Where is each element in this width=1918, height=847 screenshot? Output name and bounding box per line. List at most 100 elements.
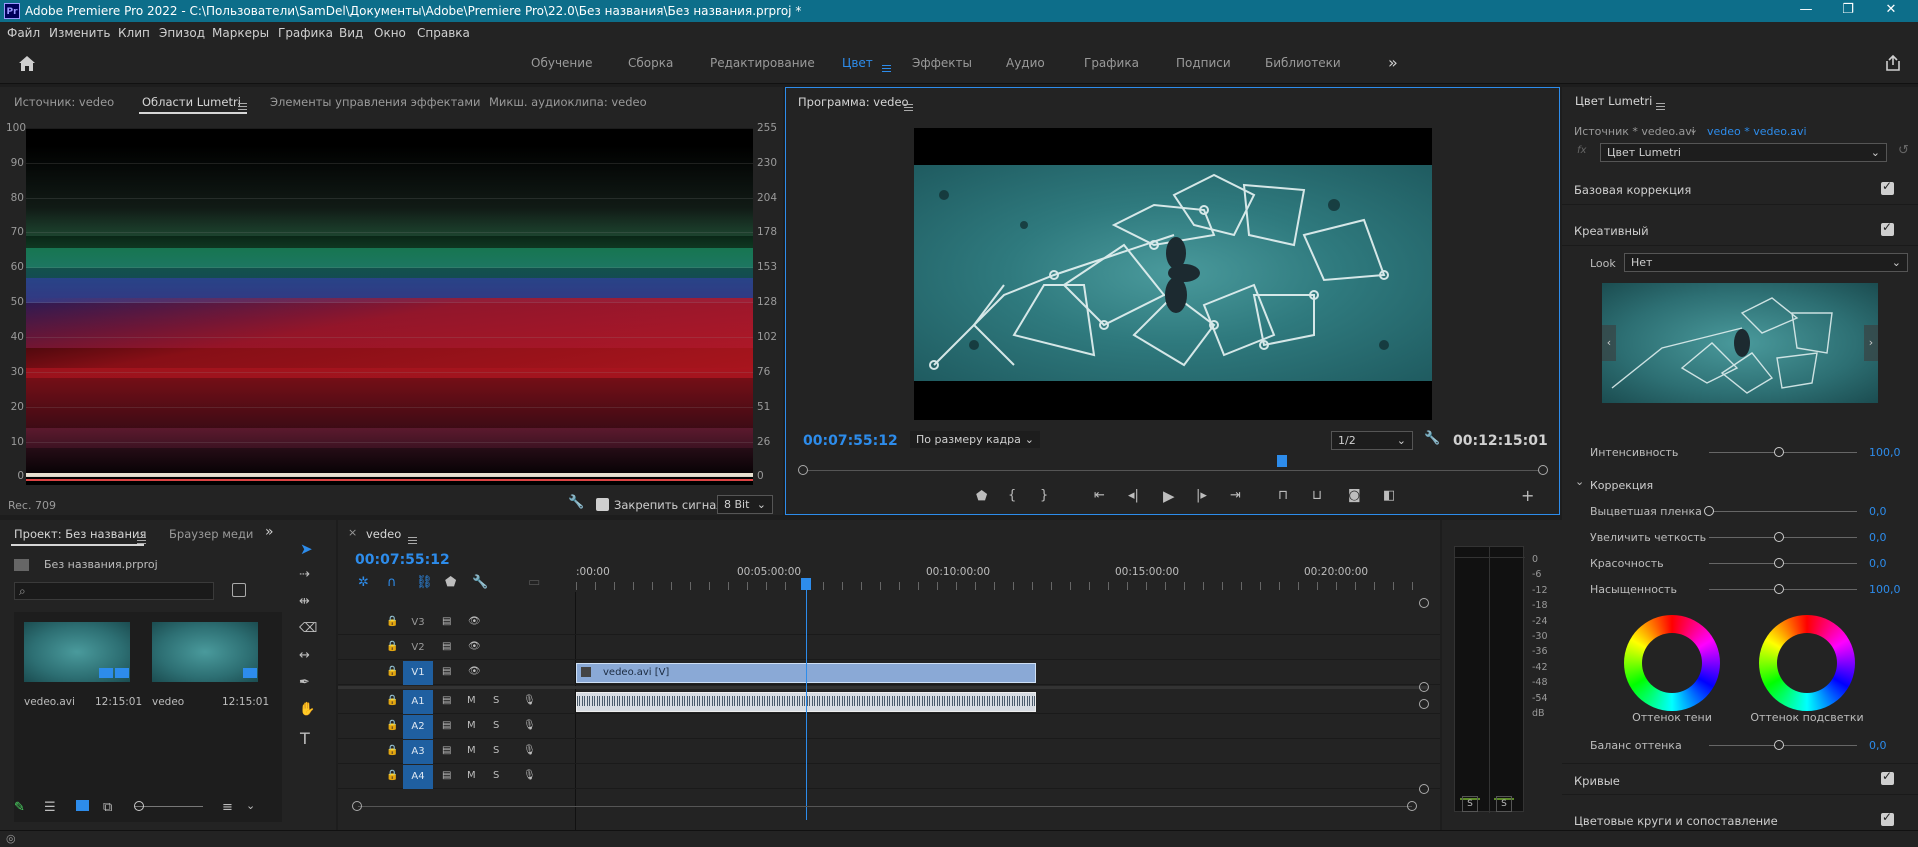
section-curves[interactable]: Кривые	[1562, 763, 1918, 795]
close-tab-icon[interactable]: ×	[348, 526, 357, 539]
sync-lock-icon[interactable]: ▤	[442, 695, 451, 706]
track-label[interactable]: V2	[403, 636, 433, 660]
track-label[interactable]: A4	[403, 765, 433, 789]
scrub-start-handle[interactable]	[798, 465, 808, 475]
look-select[interactable]: Нет ⌄	[1624, 253, 1908, 272]
eye-icon[interactable]: 👁	[468, 641, 481, 652]
lock-icon[interactable]: 🔒	[386, 616, 398, 627]
sync-lock-icon[interactable]: ▤	[442, 720, 451, 731]
microphone-icon[interactable]: 🎙	[523, 745, 536, 756]
menu-clip[interactable]: Клип	[118, 26, 150, 40]
menu-view[interactable]: Вид	[339, 26, 363, 40]
saturation-slider[interactable]: Насыщенность 100,0	[1562, 580, 1918, 600]
lock-icon[interactable]: 🔒	[386, 695, 398, 706]
lock-icon[interactable]: 🔒	[386, 641, 398, 652]
hand-tool-icon[interactable]: ✋	[299, 702, 315, 717]
share-icon[interactable]	[1884, 54, 1902, 72]
slider-track[interactable]	[1709, 511, 1857, 512]
go-to-in-icon[interactable]: ⇤	[1094, 488, 1105, 503]
lift-icon[interactable]: ⊓	[1278, 488, 1288, 503]
vertical-scroll-handle[interactable]	[1419, 699, 1429, 709]
eye-icon[interactable]: 👁	[468, 616, 481, 627]
menu-markers[interactable]: Маркеры	[212, 26, 269, 40]
tab-effect-controls[interactable]: Элементы управления эффектами	[270, 95, 481, 109]
workspace-effects[interactable]: Эффекты	[912, 56, 972, 70]
workspace-libraries[interactable]: Библиотеки	[1265, 56, 1341, 70]
nest-icon[interactable]: ✲	[358, 575, 369, 590]
lumetri-source-clip[interactable]: Источник * vedeo.avi	[1574, 125, 1695, 138]
zoom-slider-knob[interactable]	[134, 801, 144, 811]
minimize-icon[interactable]: —	[1791, 2, 1821, 17]
icon-view-icon[interactable]	[76, 800, 89, 811]
workspace-assembly[interactable]: Сборка	[628, 56, 673, 70]
sync-lock-icon[interactable]: ▤	[442, 616, 451, 627]
program-playhead-timecode[interactable]: 00:07:55:12	[803, 433, 898, 449]
track-label[interactable]: A1	[403, 690, 433, 714]
lock-icon[interactable]: 🔒	[386, 666, 398, 677]
pencil-icon[interactable]: ✎	[14, 800, 25, 815]
highlight-tint-wheel[interactable]	[1759, 615, 1855, 711]
fit-select[interactable]: По размеру кадра ⌄	[910, 431, 1040, 448]
mute-icon[interactable]: M	[467, 695, 476, 706]
workspace-color-menu-icon[interactable]	[882, 61, 891, 74]
project-item-name[interactable]: vedeo.avi	[24, 696, 75, 708]
close-icon[interactable]: ✕	[1876, 2, 1906, 17]
basic-correction-checkbox[interactable]	[1881, 179, 1894, 195]
chevron-down-icon[interactable]: ⌄	[246, 799, 255, 812]
chevron-down-icon[interactable]: ⌄	[1689, 123, 1698, 136]
tab-source[interactable]: Источник: vedeo	[14, 95, 114, 109]
linked-selection-icon[interactable]: ⛓	[416, 575, 433, 590]
zoom-scroll-end-handle[interactable]	[1407, 801, 1417, 811]
add-marker-icon[interactable]: ⬟	[445, 575, 456, 590]
button-editor-plus-icon[interactable]: +	[1521, 486, 1534, 505]
pen-tool-icon[interactable]: ✒	[299, 675, 310, 690]
sync-lock-icon[interactable]: ▤	[442, 666, 451, 677]
menu-help[interactable]: Справка	[417, 26, 470, 40]
type-tool-icon[interactable]: T	[300, 729, 310, 748]
solo-icon[interactable]: S	[493, 745, 499, 756]
lumetri-menu-icon[interactable]	[1656, 99, 1665, 112]
selection-tool-icon[interactable]: ➤	[300, 540, 313, 558]
section-creative[interactable]: Креативный	[1562, 214, 1918, 246]
more-workspaces-icon[interactable]: »	[1388, 53, 1398, 72]
freeform-view-icon[interactable]: ⧉	[103, 800, 112, 815]
tab-project[interactable]: Проект: Без названия	[14, 527, 146, 541]
slider-knob[interactable]	[1774, 447, 1784, 457]
slider-knob[interactable]	[1704, 506, 1714, 516]
solo-icon[interactable]: S	[493, 695, 499, 706]
timeline-timecode[interactable]: 00:07:55:12	[355, 552, 450, 568]
project-search-input[interactable]: ⌕	[14, 582, 214, 600]
sharpen-slider[interactable]: Увеличить четкость 0,0	[1562, 528, 1918, 548]
menu-file[interactable]: Файл	[7, 26, 40, 40]
tab-media-browser[interactable]: Браузер меди	[169, 527, 253, 541]
track-select-tool-icon[interactable]: ⇢	[299, 567, 310, 582]
track-label[interactable]: A2	[403, 715, 433, 739]
vibrance-slider[interactable]: Красочность 0,0	[1562, 554, 1918, 574]
status-indicator-icon[interactable]: ◎	[6, 832, 16, 845]
vertical-scroll-handle[interactable]	[1419, 598, 1429, 608]
slider-knob[interactable]	[1774, 740, 1784, 750]
razor-tool-icon[interactable]: ⌫	[299, 621, 317, 636]
program-video-frame[interactable]	[914, 128, 1432, 420]
add-marker-icon[interactable]: ⬟	[976, 489, 987, 504]
extract-icon[interactable]: ⊔	[1312, 488, 1322, 503]
program-scrub-bar[interactable]	[803, 470, 1543, 471]
tint-balance-slider[interactable]: Баланс оттенка 0,0	[1562, 736, 1918, 756]
solo-left-button[interactable]: S	[1462, 796, 1478, 812]
ripple-edit-tool-icon[interactable]: ⇹	[299, 594, 310, 609]
home-icon[interactable]	[18, 55, 36, 72]
step-back-icon[interactable]: ◂|	[1128, 488, 1139, 503]
lock-icon[interactable]: 🔒	[386, 770, 398, 781]
slider-knob[interactable]	[1774, 532, 1784, 542]
vibrance-value[interactable]: 0,0	[1869, 557, 1887, 570]
export-frame-camera-icon[interactable]: ◙	[1348, 488, 1361, 503]
curves-checkbox[interactable]	[1881, 769, 1894, 785]
mute-icon[interactable]: M	[467, 770, 476, 781]
new-bin-icon[interactable]	[232, 583, 246, 597]
sync-lock-icon[interactable]: ▤	[442, 641, 451, 652]
workspace-editing[interactable]: Редактирование	[710, 56, 815, 70]
slider-knob[interactable]	[1774, 558, 1784, 568]
timeline-sequence-tab[interactable]: vedeo	[366, 527, 401, 541]
play-icon[interactable]: ▶	[1163, 487, 1175, 505]
horizontal-zoom-scrollbar[interactable]	[358, 806, 1412, 807]
